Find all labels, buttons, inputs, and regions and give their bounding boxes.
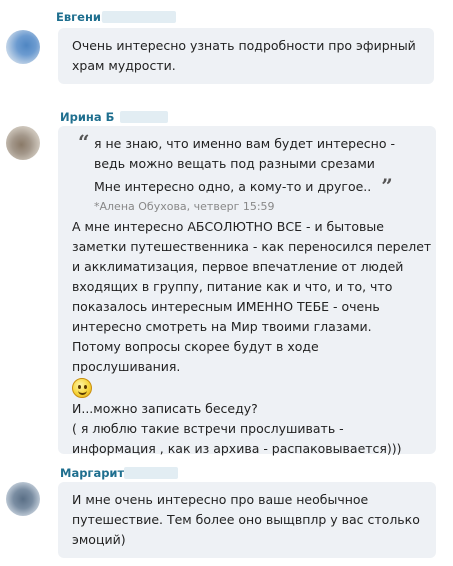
message-text-line: храм мудрости. xyxy=(72,58,176,73)
open-quote-icon: “ xyxy=(78,130,90,154)
message-text-line: путешествие. Тем более оно выщвплр у вас… xyxy=(72,512,420,527)
author-name[interactable]: Ирина Б xyxy=(60,110,114,124)
message-bubble: И мне очень интересно про ваше необычное… xyxy=(58,482,436,558)
quote-attribution: *Алена Обухова, четверг 15:59 xyxy=(94,200,275,213)
quote-text-line: Мне интересно одно, а кому-то и другое..… xyxy=(94,174,422,197)
message-bubble: Очень интересно узнать подробности про э… xyxy=(58,28,434,84)
message-text-line: интересно смотреть на Мир твоими глазами… xyxy=(72,319,372,334)
message-text-line: И...можно записать беседу? xyxy=(72,401,258,416)
quote-text-line: я не знаю, что именно вам будет интересн… xyxy=(94,136,395,151)
message-text-line: И мне очень интересно про ваше необычное xyxy=(72,492,369,507)
author-name-blur xyxy=(124,467,178,479)
message-text-line: Потому вопросы скорее будут в ходе xyxy=(72,339,319,354)
message-text-line: Очень интересно узнать подробности про э… xyxy=(72,38,416,53)
message-bubble: “ я не знаю, что именно вам будет интере… xyxy=(58,126,436,456)
author-name-blur xyxy=(120,111,168,123)
user-avatar[interactable] xyxy=(6,30,40,64)
message-text-line: прослушивания. xyxy=(72,359,181,374)
author-name[interactable]: Маргарита xyxy=(60,466,132,480)
message-text-line: показалось интересным ИМЕННО ТЕБЕ - очен… xyxy=(72,299,380,314)
smile-emoji-icon xyxy=(72,377,92,398)
emoji-line xyxy=(72,377,422,399)
author-name-blur xyxy=(102,11,176,23)
message-text-line: ( я люблю такие встречи прослушивать - xyxy=(72,421,344,436)
close-quote-icon: ” xyxy=(381,174,393,198)
message-text-line: А мне интересно АБСОЛЮТНО ВСЕ - и бытовы… xyxy=(72,219,384,234)
quote-text: Мне интересно одно, а кому-то и другое.. xyxy=(94,179,372,194)
chat-page: Евгений Очень интересно узнать подробнос… xyxy=(0,0,453,566)
quoted-message: “ я не знаю, что именно вам будет интере… xyxy=(72,130,422,217)
message-text-line: информация , как из архива - распаковыва… xyxy=(72,441,402,456)
message-text-line: эмоций) xyxy=(72,532,126,547)
quote-text-line: ведь можно вещать под разными срезами xyxy=(94,156,375,171)
message-text-line: заметки путешественника - как переносилс… xyxy=(72,239,432,254)
message-text-line: и акклиматизация, первое впечатление от … xyxy=(72,259,404,274)
message-text-line: входящих в группу, питание как и что, и … xyxy=(72,279,393,294)
user-avatar[interactable] xyxy=(6,126,40,160)
user-avatar[interactable] xyxy=(6,482,40,516)
